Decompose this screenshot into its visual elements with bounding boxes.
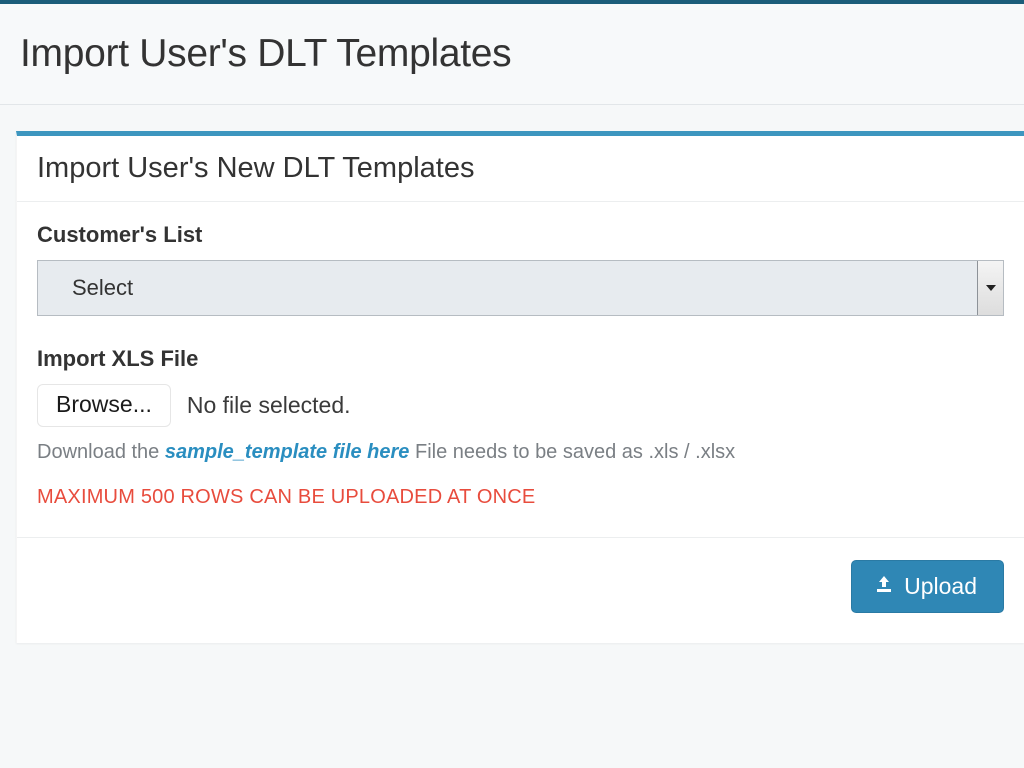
import-file-label: Import XLS File — [37, 346, 1004, 372]
import-file-group: Import XLS File Browse... No file select… — [37, 346, 1004, 537]
panel-footer: Upload — [17, 538, 1024, 643]
customer-list-label: Customer's List — [37, 222, 1004, 248]
hint-prefix: Download the — [37, 441, 165, 463]
page-header: Import User's DLT Templates — [0, 4, 1024, 105]
panel-container: Import User's New DLT Templates Customer… — [0, 105, 1024, 643]
file-status-text: No file selected. — [187, 392, 351, 419]
import-panel: Import User's New DLT Templates Customer… — [16, 131, 1024, 643]
upload-icon — [874, 573, 894, 600]
max-rows-warning: MAXIMUM 500 ROWS CAN BE UPLOADED AT ONCE — [37, 486, 1004, 537]
upload-button[interactable]: Upload — [851, 560, 1004, 613]
hint-line: Download the sample_template file here F… — [37, 441, 1004, 464]
panel-heading: Import User's New DLT Templates — [17, 136, 1024, 202]
page-title: Import User's DLT Templates — [20, 32, 1004, 76]
customer-select-value: Select — [72, 275, 133, 301]
dropdown-chevron-icon — [977, 261, 1003, 315]
upload-button-label: Upload — [904, 573, 977, 600]
file-input-row: Browse... No file selected. — [37, 384, 1004, 427]
customer-list-select[interactable]: Select — [37, 260, 1004, 316]
hint-suffix: File needs to be saved as .xls / .xlsx — [409, 441, 735, 463]
panel-title: Import User's New DLT Templates — [37, 152, 1004, 185]
sample-template-link[interactable]: sample_template file here — [165, 441, 410, 463]
browse-button[interactable]: Browse... — [37, 384, 171, 427]
panel-body: Customer's List Select Import XLS File B… — [17, 202, 1024, 537]
customer-list-group: Customer's List Select — [37, 222, 1004, 316]
